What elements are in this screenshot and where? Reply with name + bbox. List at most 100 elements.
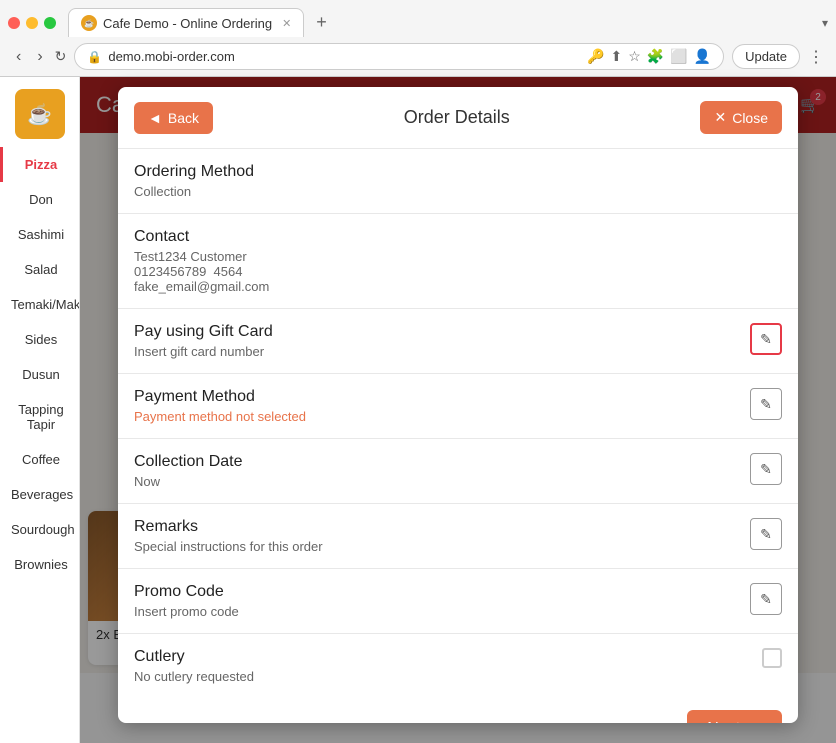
payment-method-label: Payment Method	[134, 388, 750, 406]
gift-card-edit-button[interactable]: ✎	[750, 323, 782, 355]
ordering-method-label: Ordering Method	[134, 163, 782, 181]
contact-name: Test1234 Customer	[134, 249, 782, 264]
url-text: demo.mobi-order.com	[108, 49, 581, 64]
share-icon: ⬆	[610, 48, 622, 65]
promo-code-content: Promo Code Insert promo code	[134, 583, 750, 619]
tab-title: Cafe Demo - Online Ordering	[103, 16, 272, 31]
sidebar-item-beverages[interactable]: Beverages	[0, 477, 79, 512]
close-x-icon: ✕	[714, 109, 726, 126]
gift-card-content: Pay using Gift Card Insert gift card num…	[134, 323, 750, 359]
cutlery-checkbox-container	[762, 648, 782, 668]
pencil-icon: ✎	[760, 331, 772, 348]
sidebar-item-sashimi[interactable]: Sashimi	[0, 217, 79, 252]
bookmark-icon: ☆	[628, 48, 641, 65]
sidebar-item-sourdough[interactable]: Sourdough	[0, 512, 79, 547]
forward-nav-button[interactable]: ›	[33, 46, 46, 68]
remarks-label: Remarks	[134, 518, 750, 536]
next-button[interactable]: Next ►	[687, 710, 782, 723]
modal-footer: Next ►	[118, 698, 798, 723]
browser-chrome: ☕ Cafe Demo - Online Ordering ✕ + ▾ ‹ › …	[0, 0, 836, 77]
screen-icon: ⬜	[670, 48, 687, 65]
modal-title: Order Details	[213, 107, 700, 128]
lock-icon: 🔒	[87, 50, 102, 64]
key-icon: 🔑	[587, 48, 604, 65]
sidebar-item-sides[interactable]: Sides	[0, 322, 79, 357]
sidebar-item-salad[interactable]: Salad	[0, 252, 79, 287]
modal-overlay: ◄ Back Order Details ✕ Close Ordering Me…	[80, 77, 836, 743]
payment-method-content: Payment Method Payment method not select…	[134, 388, 750, 424]
next-label: Next	[707, 720, 740, 723]
sidebar-item-tapping[interactable]: Tapping Tapir	[0, 392, 79, 442]
pencil-icon-3: ✎	[760, 461, 772, 478]
sidebar-item-dusun[interactable]: Dusun	[0, 357, 79, 392]
url-bar[interactable]: 🔒 demo.mobi-order.com 🔑 ⬆ ☆ 🧩 ⬜ 👤	[74, 43, 724, 70]
modal-header: ◄ Back Order Details ✕ Close	[118, 87, 798, 148]
pencil-icon-5: ✎	[760, 591, 772, 608]
pencil-icon-4: ✎	[760, 526, 772, 543]
sidebar-item-pizza[interactable]: Pizza	[0, 147, 79, 182]
collection-date-value: Now	[134, 474, 750, 489]
active-tab[interactable]: ☕ Cafe Demo - Online Ordering ✕	[68, 8, 304, 37]
tab-bar: ☕ Cafe Demo - Online Ordering ✕ + ▾	[0, 0, 836, 37]
sidebar-item-coffee[interactable]: Coffee	[0, 442, 79, 477]
contact-phone: 0123456789 4564	[134, 264, 782, 279]
ordering-method-content: Ordering Method Collection	[134, 163, 782, 199]
ordering-method-value: Collection	[134, 184, 782, 199]
minimize-window-button[interactable]	[26, 17, 38, 29]
close-button[interactable]: ✕ Close	[700, 101, 782, 134]
promo-code-edit-button[interactable]: ✎	[750, 583, 782, 615]
sidebar-item-don[interactable]: Don	[0, 182, 79, 217]
cutlery-label: Cutlery	[134, 648, 762, 666]
back-button[interactable]: ◄ Back	[134, 102, 213, 134]
contact-content: Contact Test1234 Customer 0123456789 456…	[134, 228, 782, 294]
collection-date-edit-button[interactable]: ✎	[750, 453, 782, 485]
gift-card-label: Pay using Gift Card	[134, 323, 750, 341]
back-label: Back	[168, 110, 199, 126]
sidebar: ☕ Pizza Don Sashimi Salad Temaki/Maki Si…	[0, 77, 80, 743]
refresh-button[interactable]: ↻	[55, 48, 67, 65]
collection-date-label: Collection Date	[134, 453, 750, 471]
ordering-method-row: Ordering Method Collection	[118, 148, 798, 213]
new-tab-button[interactable]: +	[308, 8, 335, 37]
more-options-button[interactable]: ⋮	[808, 47, 824, 67]
payment-method-edit-button[interactable]: ✎	[750, 388, 782, 420]
sidebar-logo: ☕	[15, 89, 65, 139]
url-actions: 🔑 ⬆ ☆ 🧩 ⬜ 👤	[587, 48, 711, 65]
remarks-content: Remarks Special instructions for this or…	[134, 518, 750, 554]
cutlery-value: No cutlery requested	[134, 669, 762, 684]
tab-favicon: ☕	[81, 15, 97, 31]
promo-code-row: Promo Code Insert promo code ✎	[118, 568, 798, 633]
traffic-lights	[8, 17, 56, 29]
payment-method-value: Payment method not selected	[134, 409, 750, 424]
cutlery-row: Cutlery No cutlery requested	[118, 633, 798, 698]
contact-row: Contact Test1234 Customer 0123456789 456…	[118, 213, 798, 308]
address-bar: ‹ › ↻ 🔒 demo.mobi-order.com 🔑 ⬆ ☆ 🧩 ⬜ 👤 …	[0, 37, 836, 76]
fullscreen-window-button[interactable]	[44, 17, 56, 29]
update-button[interactable]: Update	[732, 44, 800, 69]
back-arrow-icon: ◄	[148, 110, 162, 126]
sidebar-item-brownies[interactable]: Brownies	[0, 547, 79, 582]
contact-email: fake_email@gmail.com	[134, 279, 782, 294]
close-window-button[interactable]	[8, 17, 20, 29]
cutlery-content: Cutlery No cutlery requested	[134, 648, 762, 684]
collection-date-content: Collection Date Now	[134, 453, 750, 489]
window-controls: ▾	[822, 16, 828, 30]
back-nav-button[interactable]: ‹	[12, 46, 25, 68]
promo-code-label: Promo Code	[134, 583, 750, 601]
next-arrow-icon: ►	[746, 720, 762, 723]
remarks-row: Remarks Special instructions for this or…	[118, 503, 798, 568]
tab-close-button[interactable]: ✕	[282, 17, 291, 30]
extensions-icon: 🧩	[647, 48, 664, 65]
gift-card-value: Insert gift card number	[134, 344, 750, 359]
remarks-edit-button[interactable]: ✎	[750, 518, 782, 550]
cutlery-checkbox[interactable]	[762, 648, 782, 668]
remarks-value: Special instructions for this order	[134, 539, 750, 554]
profile-icon: 👤	[694, 48, 711, 65]
contact-label: Contact	[134, 228, 782, 246]
order-details-modal: ◄ Back Order Details ✕ Close Ordering Me…	[118, 87, 798, 723]
promo-code-value: Insert promo code	[134, 604, 750, 619]
page-content: ☕ Pizza Don Sashimi Salad Temaki/Maki Si…	[0, 77, 836, 743]
collection-date-row: Collection Date Now ✎	[118, 438, 798, 503]
gift-card-row: Pay using Gift Card Insert gift card num…	[118, 308, 798, 373]
sidebar-item-temaki[interactable]: Temaki/Maki	[0, 287, 79, 322]
